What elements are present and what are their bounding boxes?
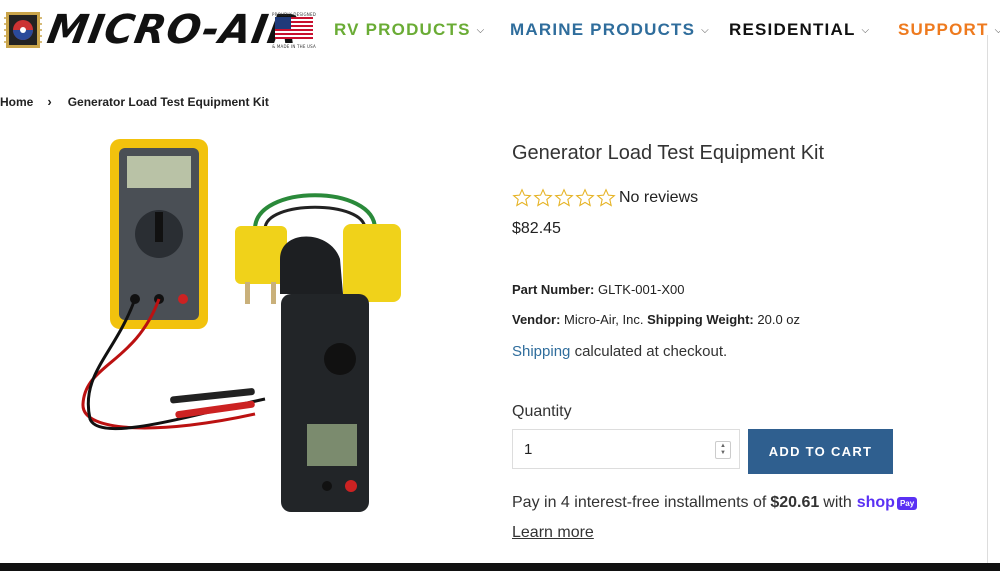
shipping-weight-label: Shipping Weight: — [647, 312, 754, 327]
quantity-input[interactable]: 1 ▲ ▼ — [512, 429, 740, 469]
shop-pay-logo-icon: shop — [856, 494, 895, 511]
shipping-text: calculated at checkout. — [574, 343, 728, 360]
shop-pay-badge: Pay — [896, 496, 918, 510]
installments-text: Pay in 4 interest-free installments of — [512, 494, 767, 511]
chevron-down-icon[interactable]: ▼ — [720, 450, 726, 457]
nav-support-label: SUPPORT — [898, 20, 989, 39]
bottom-border — [0, 563, 1000, 571]
shipping-weight-value: 20.0 oz — [757, 312, 801, 327]
breadcrumb-separator: › — [47, 94, 52, 109]
flag-bottom-text: & MADE IN THE USA — [272, 44, 316, 49]
product-image[interactable] — [75, 134, 415, 524]
vendor-value: Micro-Air, Inc. — [564, 312, 644, 327]
nav-marine-label: MARINE PRODUCTS — [510, 20, 696, 39]
shipping-link[interactable]: Shipping — [512, 343, 570, 360]
star-outline-icon — [575, 188, 595, 207]
made-in-usa-badge: PROUDLY DESIGNED & MADE IN THE USA — [271, 12, 317, 49]
installment-amount: $20.61 — [770, 494, 820, 511]
star-outline-icon — [554, 188, 574, 207]
vendor-label: Vendor: — [512, 312, 561, 327]
breadcrumb: Home › Generator Load Test Equipment Kit — [0, 94, 269, 109]
nav-rv-label: RV PRODUCTS — [334, 20, 471, 39]
part-number-row: Part Number: GLTK-001-X00 — [512, 282, 684, 297]
part-number-value: GLTK-001-X00 — [597, 282, 685, 297]
logo-wordmark: MICRO-AIR — [43, 7, 304, 53]
nav-residential[interactable]: RESIDENTIAL ⌵ — [729, 20, 870, 40]
star-outline-icon — [596, 188, 616, 207]
learn-more-link[interactable]: Learn more — [512, 524, 594, 542]
shipping-info: Shipping calculated at checkout. — [512, 343, 727, 360]
us-flag-icon — [275, 17, 313, 39]
quantity-stepper[interactable]: ▲ ▼ — [715, 441, 731, 459]
product-price: $82.45 — [512, 220, 561, 237]
nav-marine-products[interactable]: MARINE PRODUCTS ⌵ — [510, 20, 710, 40]
shop-pay-installments: Pay in 4 interest-free installments of $… — [512, 494, 918, 512]
quantity-value: 1 — [524, 440, 533, 458]
reviews-count: No reviews — [619, 189, 699, 206]
vendor-row: Vendor: Micro-Air, Inc. Shipping Weight:… — [512, 312, 800, 327]
product-rating[interactable]: No reviews — [512, 188, 698, 208]
nav-rv-products[interactable]: RV PRODUCTS ⌵ — [334, 20, 485, 40]
add-to-cart-button[interactable]: ADD TO CART — [748, 429, 893, 474]
product-title: Generator Load Test Equipment Kit — [512, 142, 825, 164]
chevron-down-icon: ⌵ — [994, 24, 1000, 36]
part-number-label: Part Number: — [512, 282, 595, 297]
site-header: MICRO-AIR PROUDLY DESIGNED & MADE IN THE… — [0, 0, 1000, 62]
micro-air-logo[interactable]: MICRO-AIR — [4, 7, 304, 53]
chip-logo-icon — [4, 12, 42, 48]
star-outline-icon — [533, 188, 553, 207]
nav-support[interactable]: SUPPORT ⌵ — [898, 20, 1000, 40]
breadcrumb-home-link[interactable]: Home — [0, 95, 33, 109]
star-outline-icon — [512, 188, 532, 207]
quantity-label: Quantity — [512, 403, 572, 420]
scrollbar-edge — [988, 35, 1000, 565]
chevron-down-icon: ⌵ — [701, 24, 710, 36]
nav-residential-label: RESIDENTIAL — [729, 20, 856, 39]
chevron-down-icon: ⌵ — [476, 24, 486, 36]
breadcrumb-current: Generator Load Test Equipment Kit — [67, 94, 269, 109]
chevron-down-icon: ⌵ — [861, 24, 871, 36]
installments-with: with — [823, 494, 852, 511]
chevron-up-icon[interactable]: ▲ — [720, 443, 726, 450]
